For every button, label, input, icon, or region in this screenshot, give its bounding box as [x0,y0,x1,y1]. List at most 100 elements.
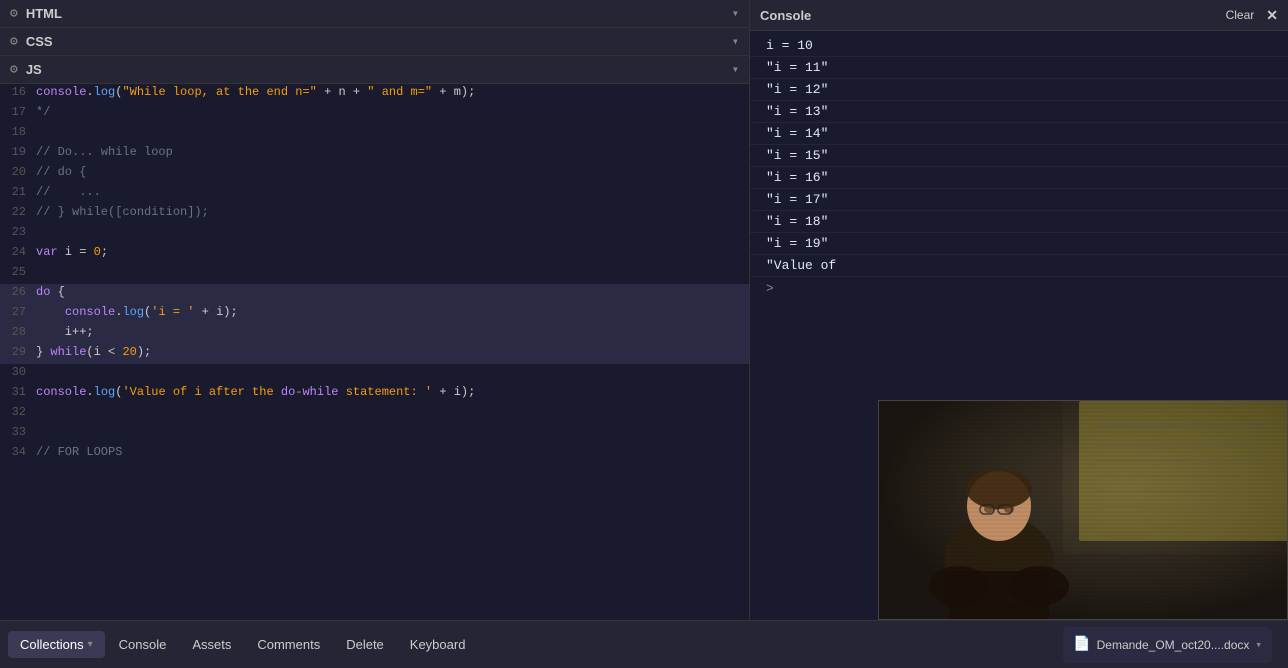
console-title: Console [760,8,811,23]
code-line: 20// do { [0,164,749,184]
line-number: 26 [0,284,32,300]
code-line: 19// Do... while loop [0,144,749,164]
html-section-header[interactable]: ⚙ HTML ▾ [0,0,749,28]
video-noise [879,401,1287,619]
tab-label: Assets [192,637,231,652]
line-number: 28 [0,324,32,340]
line-number: 33 [0,424,32,440]
tab-arrow-icon: ▾ [88,639,93,650]
code-line: 29} while(i < 20); [0,344,749,364]
close-button[interactable]: ✕ [1266,7,1278,24]
code-line: 21// ... [0,184,749,204]
file-indicator[interactable]: 📄 Demande_OM_oct20....docx ▾ [1063,627,1272,663]
line-content [32,124,749,140]
html-section-title: HTML [26,6,62,21]
console-line: "i = 17" [750,189,1288,211]
line-number: 25 [0,264,32,280]
line-content [32,224,749,240]
console-line: "i = 12" [750,79,1288,101]
tab-delete[interactable]: Delete [334,631,396,658]
html-gear-icon: ⚙ [10,6,18,21]
code-line: 31console.log('Value of i after the do-w… [0,384,749,404]
editor-panel: ⚙ HTML ▾ ⚙ CSS ▾ ⚙ JS ▾ 16console.log("W… [0,0,750,620]
tab-collections[interactable]: Collections ▾ [8,631,105,658]
js-section-title: JS [26,62,42,77]
line-content: // FOR LOOPS [32,444,749,460]
video-overlay [878,400,1288,620]
code-line: 23 [0,224,749,244]
line-content: // Do... while loop [32,144,749,160]
tab-keyboard[interactable]: Keyboard [398,631,478,658]
line-content: */ [32,104,749,120]
css-section-header[interactable]: ⚙ CSS ▾ [0,28,749,56]
line-number: 27 [0,304,32,320]
file-dropdown-icon: ▾ [1255,638,1262,652]
console-line: "i = 14" [750,123,1288,145]
tab-label: Collections [20,637,84,652]
js-section-header[interactable]: ⚙ JS ▾ [0,56,749,84]
clear-button[interactable]: Clear [1222,6,1259,24]
line-content: i++; [32,324,749,340]
tab-assets[interactable]: Assets [180,631,243,658]
console-actions: Clear ✕ [1222,6,1278,24]
code-line: 22// } while([condition]); [0,204,749,224]
console-header: Console Clear ✕ [750,0,1288,31]
console-line: "i = 13" [750,101,1288,123]
code-line: 18 [0,124,749,144]
line-content: do { [32,284,749,300]
code-line: 24var i = 0; [0,244,749,264]
line-number: 30 [0,364,32,380]
bottom-bar: Collections ▾ Console Assets Comments Delete K… [0,620,1288,668]
code-line: 16console.log("While loop, at the end n=… [0,84,749,104]
line-content: // do { [32,164,749,180]
tab-console[interactable]: Console [107,631,179,658]
code-line: 34// FOR LOOPS [0,444,749,464]
line-content: } while(i < 20); [32,344,749,360]
line-number: 20 [0,164,32,180]
line-number: 17 [0,104,32,120]
line-content: var i = 0; [32,244,749,260]
line-number: 18 [0,124,32,140]
console-line: "i = 16" [750,167,1288,189]
console-line: "i = 19" [750,233,1288,255]
line-number: 31 [0,384,32,400]
css-chevron-icon: ▾ [732,34,739,49]
console-line: "Value of [750,255,1288,277]
line-content: // ... [32,184,749,200]
css-gear-icon: ⚙ [10,34,18,49]
line-number: 32 [0,404,32,420]
js-chevron-icon: ▾ [732,62,739,77]
line-content [32,424,749,440]
console-prompt: > [750,277,1288,300]
console-line: "i = 18" [750,211,1288,233]
css-section-title: CSS [26,34,53,49]
line-content: console.log('Value of i after the do-whi… [32,384,749,400]
line-content [32,364,749,380]
line-content: console.log('i = ' + i); [32,304,749,320]
line-number: 21 [0,184,32,200]
line-number: 16 [0,84,32,100]
line-number: 22 [0,204,32,220]
code-line: 28 i++; [0,324,749,344]
line-number: 19 [0,144,32,160]
tab-label: Comments [257,637,320,652]
line-content: console.log("While loop, at the end n=" … [32,84,749,100]
console-panel: Console Clear ✕ i = 10"i = 11""i = 12""i… [750,0,1288,620]
line-content [32,404,749,420]
tab-label: Delete [346,637,384,652]
file-icon: 📄 [1073,636,1090,653]
console-line: "i = 15" [750,145,1288,167]
line-number: 34 [0,444,32,460]
file-name: Demande_OM_oct20....docx [1097,638,1250,652]
line-content: // } while([condition]); [32,204,749,220]
code-line: 33 [0,424,749,444]
line-number: 29 [0,344,32,360]
code-line: 32 [0,404,749,424]
code-editor[interactable]: 16console.log("While loop, at the end n=… [0,84,749,620]
code-line: 27 console.log('i = ' + i); [0,304,749,324]
html-chevron-icon: ▾ [732,6,739,21]
code-line: 30 [0,364,749,384]
tab-comments[interactable]: Comments [245,631,332,658]
console-line: i = 10 [750,35,1288,57]
code-line: 26do { [0,284,749,304]
